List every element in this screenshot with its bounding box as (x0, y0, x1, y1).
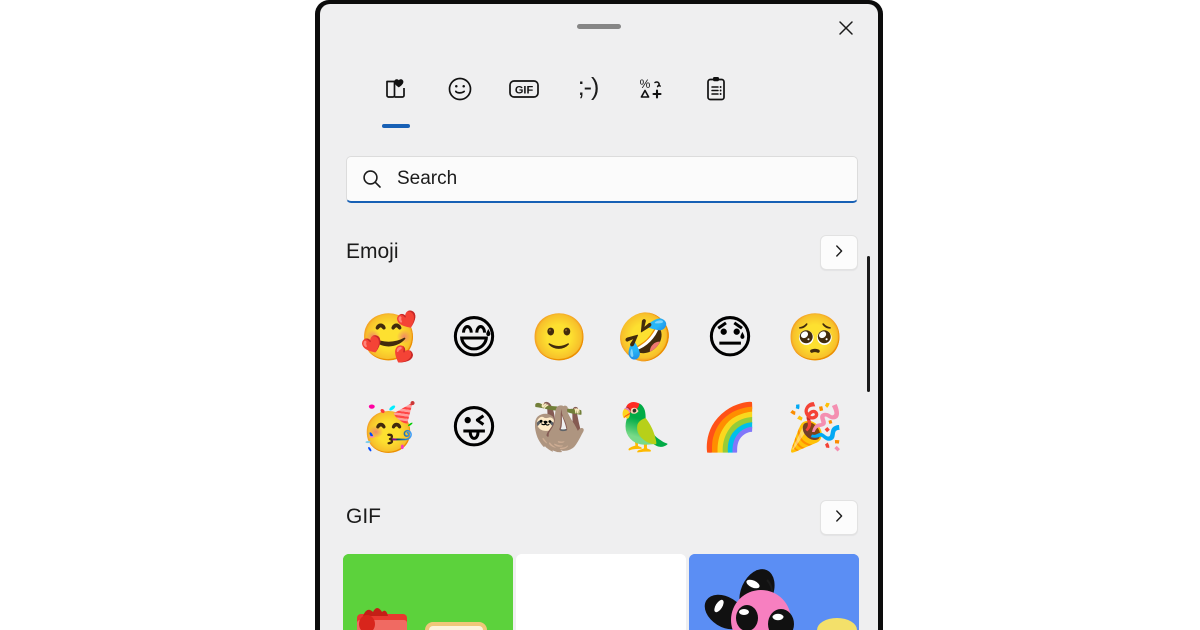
smiley-face-icon (445, 72, 475, 106)
emoji-cell-party-popper[interactable]: 🎉 (773, 382, 858, 472)
emoji-more-button[interactable] (820, 234, 858, 270)
emoji-cell-rolling-on-the-floor-laughing[interactable]: 🤣 (602, 292, 687, 382)
chevron-right-icon (831, 243, 847, 262)
scrollbar-thumb[interactable] (867, 256, 870, 392)
close-button[interactable] (824, 12, 868, 46)
clipboard-heart-icon (381, 72, 411, 106)
emoji-panel: GIF ;-) % Search Emoji 🥰 😅 🙂 🤣 😓 🥺 🥳 😜 🦥… (320, 4, 878, 630)
panel-scrollbar[interactable] (864, 144, 874, 614)
panel-titlebar (320, 4, 878, 56)
emoji-cell-smiling-face-with-hearts[interactable]: 🥰 (346, 292, 431, 382)
gif-thumbnail-white[interactable] (516, 554, 686, 630)
svg-text:%: % (640, 77, 651, 91)
chevron-right-icon (831, 508, 847, 527)
gif-thumbnail-green[interactable] (343, 554, 513, 630)
emoji-cell-parrot[interactable]: 🦜 (602, 382, 687, 472)
tab-emoji[interactable] (428, 68, 492, 124)
gif-more-button[interactable] (820, 499, 858, 535)
tab-symbols[interactable]: % (620, 68, 684, 124)
tab-kaomoji[interactable]: ;-) (556, 68, 620, 124)
svg-text:GIF: GIF (515, 84, 534, 96)
section-header-emoji: Emoji (346, 232, 858, 272)
tab-gif[interactable]: GIF (492, 68, 556, 124)
emoji-grid: 🥰 😅 🙂 🤣 😓 🥺 🥳 😜 🦥 🦜 🌈 🎉 (346, 292, 858, 472)
emoji-cell-rainbow[interactable]: 🌈 (687, 382, 772, 472)
search-bar[interactable] (346, 156, 858, 203)
tab-recently-used[interactable] (364, 68, 428, 128)
section-title-gif: GIF (346, 505, 381, 528)
clipboard-icon (702, 72, 730, 106)
kaomoji-icon: ;-) (577, 72, 600, 106)
close-icon (836, 18, 856, 41)
drag-handle[interactable] (577, 24, 621, 29)
emoji-cell-pleading-face[interactable]: 🥺 (773, 292, 858, 382)
tab-active-indicator (382, 124, 410, 128)
emoji-cell-partying-face[interactable]: 🥳 (346, 382, 431, 472)
gif-thumbnail-blue[interactable] (689, 554, 859, 630)
section-title-emoji: Emoji (346, 240, 399, 263)
emoji-cell-winking-face-with-tongue[interactable]: 😜 (431, 382, 516, 472)
symbols-icon: % (636, 72, 668, 106)
gif-icon: GIF (507, 72, 541, 106)
tab-clipboard-history[interactable] (684, 68, 748, 124)
emoji-cell-slightly-smiling-face[interactable]: 🙂 (517, 292, 602, 382)
emoji-cell-sloth[interactable]: 🦥 (517, 382, 602, 472)
kaomoji-glyph: ;-) (577, 73, 600, 101)
screenshot-root: GIF ;-) % Search Emoji 🥰 😅 🙂 🤣 😓 🥺 🥳 😜 🦥… (0, 0, 1200, 630)
search-icon (361, 168, 383, 190)
emoji-cell-downcast-face-with-sweat[interactable]: 😓 (687, 292, 772, 382)
section-header-gif: GIF (346, 497, 858, 537)
search-input[interactable] (397, 168, 843, 190)
tab-strip: GIF ;-) % (364, 68, 748, 128)
gif-results-strip (343, 554, 859, 630)
emoji-cell-grinning-face-with-sweat[interactable]: 😅 (431, 292, 516, 382)
